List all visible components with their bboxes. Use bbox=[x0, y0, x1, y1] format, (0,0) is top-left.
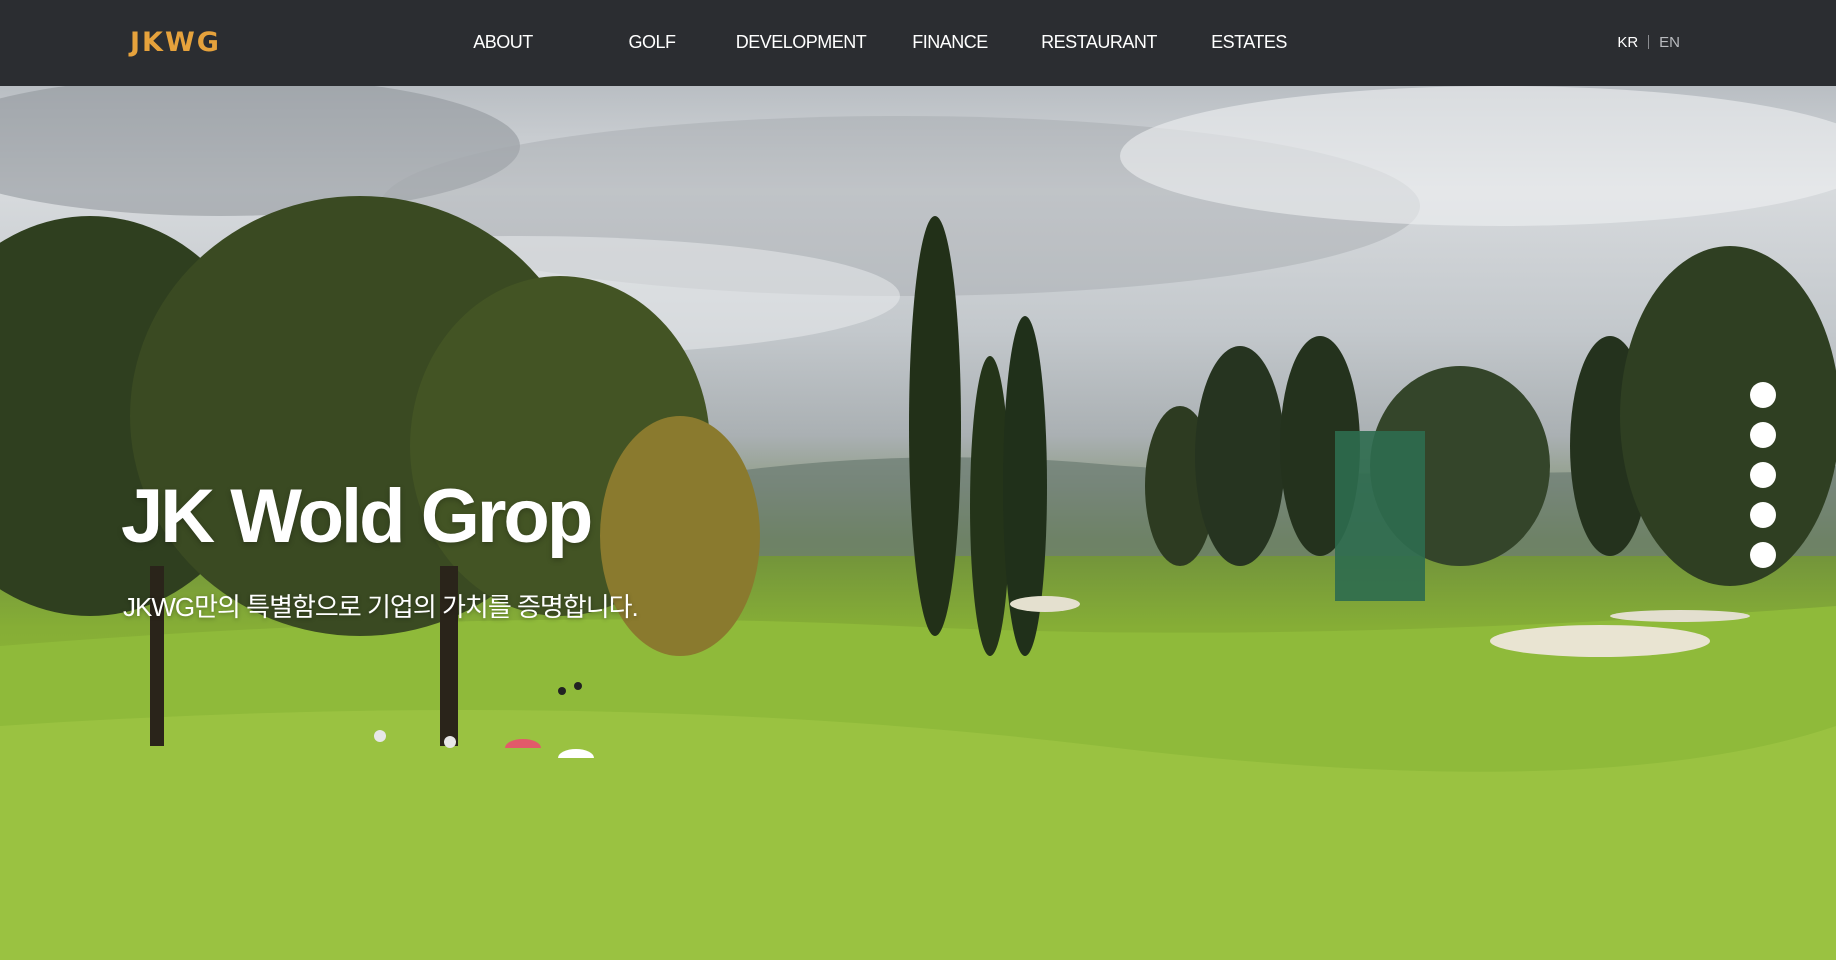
lang-divider bbox=[1648, 35, 1650, 49]
slide-dot-1[interactable] bbox=[1750, 382, 1776, 408]
language-switcher: KR EN bbox=[1617, 31, 1680, 53]
slide-pagination bbox=[1750, 382, 1776, 582]
lang-en-link[interactable]: EN bbox=[1659, 34, 1680, 51]
lang-kr-link[interactable]: KR bbox=[1617, 34, 1638, 51]
site-header: JKWG ABOUT GOLF DEVELOPMENT FINANCE REST… bbox=[0, 0, 1836, 86]
hero-banner: JK Wold Grop JKWG만의 특별함으로 기업의 가치를 증명합니다. bbox=[0, 86, 1836, 960]
main-nav: ABOUT GOLF DEVELOPMENT FINANCE RESTAURAN… bbox=[0, 0, 1836, 86]
nav-item-estates[interactable]: ESTATES bbox=[1211, 30, 1287, 54]
slide-dot-5[interactable] bbox=[1750, 542, 1776, 568]
nav-item-restaurant[interactable]: RESTAURANT bbox=[1041, 30, 1157, 54]
nav-item-about[interactable]: ABOUT bbox=[473, 30, 533, 54]
slide-dot-3[interactable] bbox=[1750, 462, 1776, 488]
slide-dot-4[interactable] bbox=[1750, 502, 1776, 528]
nav-item-golf[interactable]: GOLF bbox=[628, 30, 676, 54]
nav-item-development[interactable]: DEVELOPMENT bbox=[736, 30, 867, 54]
nav-item-finance[interactable]: FINANCE bbox=[912, 30, 988, 54]
slide-dot-2[interactable] bbox=[1750, 422, 1776, 448]
hero-title: JK Wold Grop bbox=[121, 474, 593, 559]
hero-subtitle: JKWG만의 특별함으로 기업의 가치를 증명합니다. bbox=[123, 592, 639, 622]
